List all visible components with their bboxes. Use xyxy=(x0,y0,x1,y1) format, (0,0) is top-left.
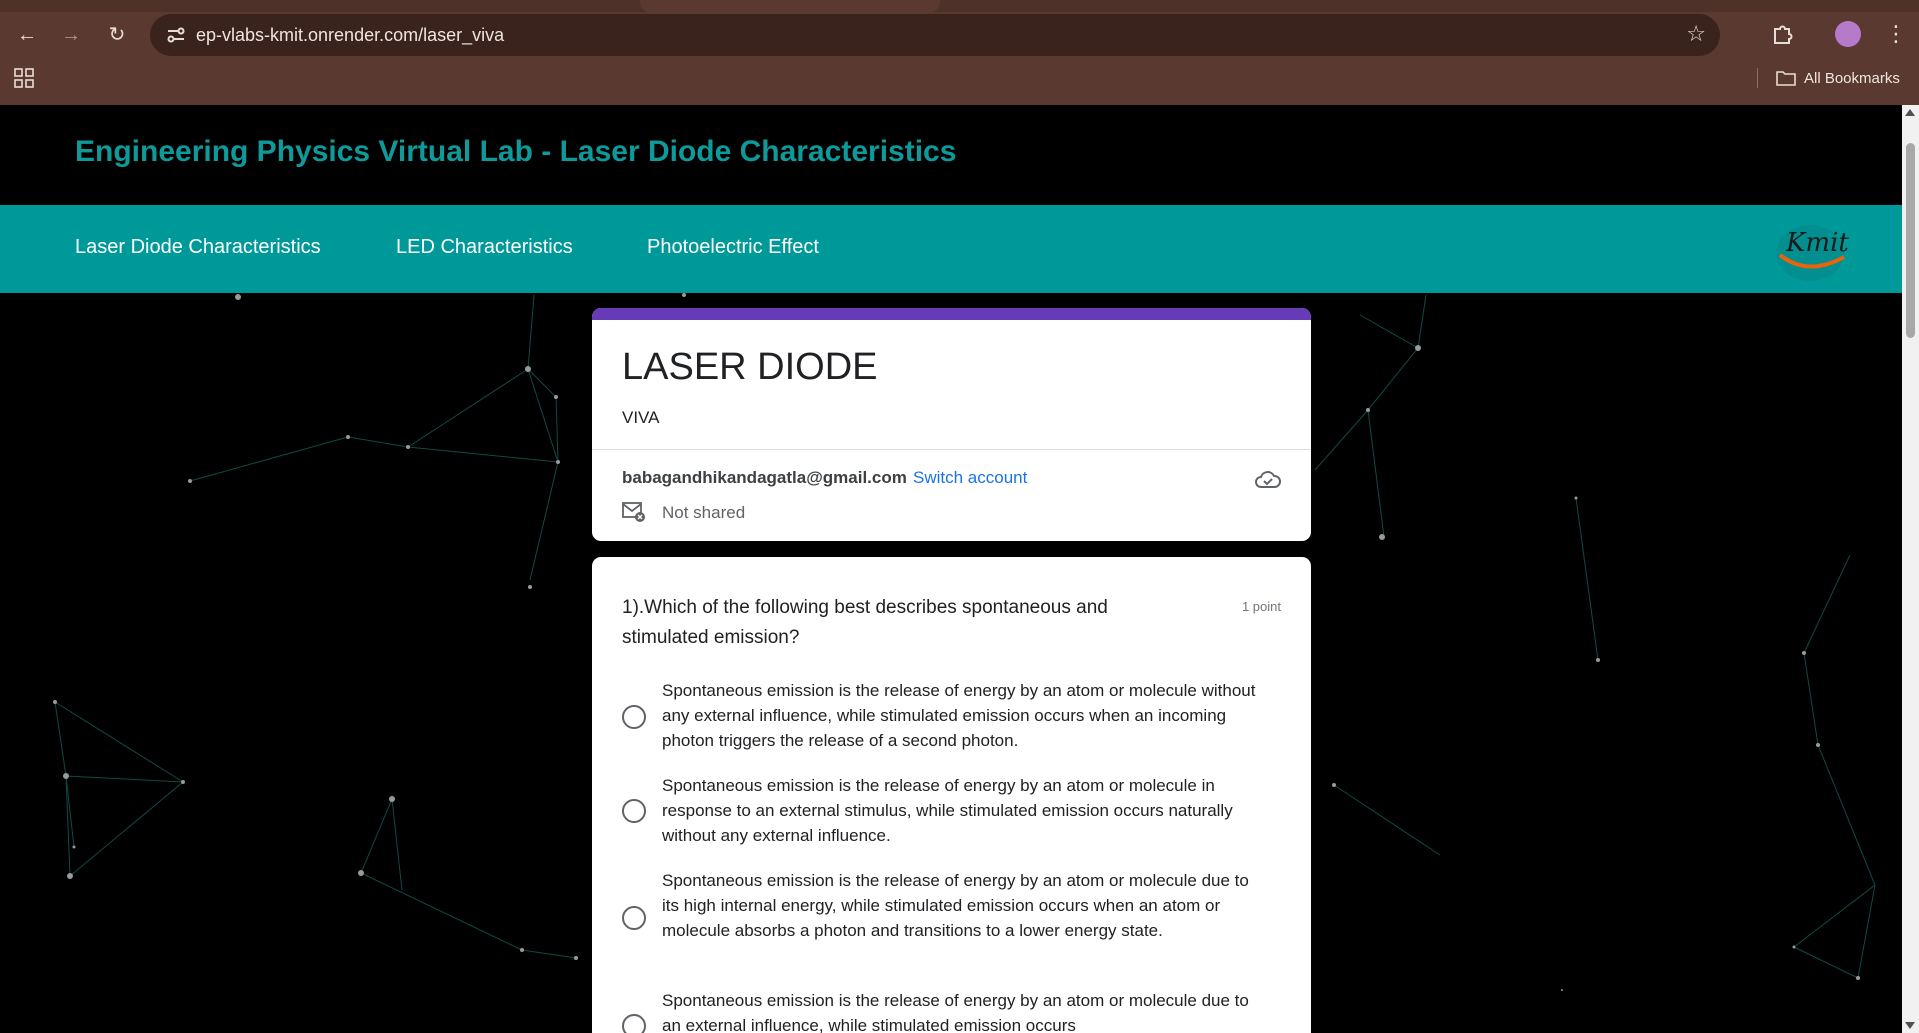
tab-strip xyxy=(0,0,1919,12)
not-shared-mail-icon xyxy=(622,502,645,522)
nav-link-led[interactable]: LED Characteristics xyxy=(396,236,573,259)
reload-icon[interactable]: ↻ xyxy=(102,20,132,50)
radio-button[interactable] xyxy=(622,799,646,823)
page-scrollbar[interactable] xyxy=(1902,105,1919,1033)
extensions-icon[interactable] xyxy=(1767,20,1797,50)
question-text: 1).Which of the following best describes… xyxy=(622,597,1108,648)
site-title: Engineering Physics Virtual Lab - Laser … xyxy=(75,135,957,168)
option-text: Spontaneous emission is the release of e… xyxy=(662,871,1249,940)
bookmarks-bar: All Bookmarks xyxy=(0,64,1919,94)
form-accent-bar xyxy=(592,308,1311,320)
back-arrow-icon[interactable]: ← xyxy=(12,20,42,50)
kmit-logo-text: Kmit xyxy=(1785,228,1849,258)
switch-account-link[interactable]: Switch account xyxy=(913,468,1027,488)
site-info-icon[interactable] xyxy=(164,23,188,47)
question-card: 1).Which of the following best describes… xyxy=(592,557,1311,1033)
form-description: VIVA xyxy=(622,408,660,427)
scroll-up-arrow-icon[interactable] xyxy=(1905,109,1915,116)
star-icon[interactable]: ☆ xyxy=(1686,21,1706,47)
account-email: babagandhikandagatla@gmail.com xyxy=(622,468,907,487)
cloud-saved-icon xyxy=(1255,471,1281,488)
folder-icon xyxy=(1776,71,1796,86)
forward-arrow-icon[interactable]: → xyxy=(56,20,86,50)
bookmarks-divider xyxy=(1757,68,1758,88)
form-header-card: LASER DIODE VIVA babagandhikandagatla@gm… xyxy=(592,308,1311,541)
nav-link-laser-diode[interactable]: Laser Diode Characteristics xyxy=(75,236,321,259)
profile-avatar-icon[interactable] xyxy=(1835,21,1861,47)
scroll-down-arrow-icon[interactable] xyxy=(1905,1022,1915,1029)
site-header: Engineering Physics Virtual Lab - Laser … xyxy=(0,105,1902,205)
scroll-thumb[interactable] xyxy=(1906,143,1915,338)
all-bookmarks-label: All Bookmarks xyxy=(1804,69,1900,87)
option-text: Spontaneous emission is the release of e… xyxy=(662,776,1233,845)
site-navbar: Laser Diode Characteristics LED Characte… xyxy=(0,205,1902,293)
apps-grid-icon[interactable] xyxy=(14,68,34,88)
option-text: Spontaneous emission is the release of e… xyxy=(662,991,1249,1033)
form-title: LASER DIODE xyxy=(622,346,878,388)
all-bookmarks-button[interactable]: All Bookmarks xyxy=(1776,64,1900,92)
question-points: 1 point xyxy=(1241,599,1281,614)
browser-toolbar: ← → ↻ ep-vlabs-kmit.onrender.com/laser_v… xyxy=(0,12,1919,56)
address-bar[interactable]: ep-vlabs-kmit.onrender.com/laser_viva ☆ xyxy=(150,14,1720,56)
kebab-menu-icon[interactable]: ⋮ xyxy=(1885,20,1907,48)
radio-button[interactable] xyxy=(622,906,646,930)
page-content: Engineering Physics Virtual Lab - Laser … xyxy=(0,105,1902,1033)
active-tab[interactable] xyxy=(640,0,940,12)
radio-button[interactable] xyxy=(622,705,646,729)
nav-link-photoelectric[interactable]: Photoelectric Effect xyxy=(647,236,819,259)
answer-option[interactable]: Spontaneous emission is the release of e… xyxy=(622,987,1262,1033)
browser-chrome: ← → ↻ ep-vlabs-kmit.onrender.com/laser_v… xyxy=(0,0,1919,105)
kmit-logo: Kmit xyxy=(1776,225,1849,281)
answer-option[interactable]: Spontaneous emission is the release of e… xyxy=(622,677,1262,753)
radio-button[interactable] xyxy=(622,1014,646,1033)
url-text[interactable]: ep-vlabs-kmit.onrender.com/laser_viva xyxy=(196,25,504,46)
answer-option[interactable]: Spontaneous emission is the release of e… xyxy=(622,772,1262,848)
header-divider xyxy=(592,449,1311,450)
option-text: Spontaneous emission is the release of e… xyxy=(662,681,1256,750)
not-shared-label: Not shared xyxy=(662,503,746,522)
answer-option[interactable]: Spontaneous emission is the release of e… xyxy=(622,867,1262,967)
